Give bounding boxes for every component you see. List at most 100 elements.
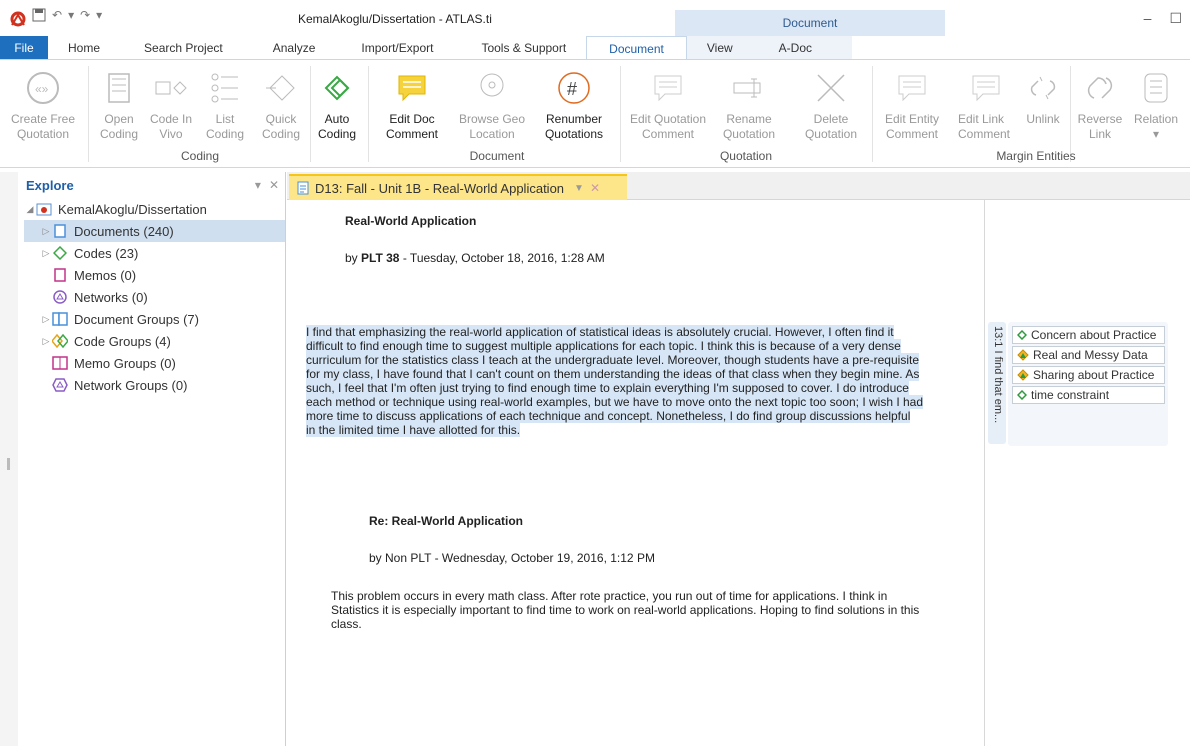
tab-search-project[interactable]: Search Project bbox=[120, 36, 255, 60]
tree-item-networks[interactable]: Networks (0) bbox=[24, 286, 285, 308]
tab-document-d13[interactable]: D13: Fall - Unit 1B - Real-World Applica… bbox=[289, 174, 627, 200]
document-view[interactable]: Real-World Application by PLT 38 - Tuesd… bbox=[287, 200, 985, 746]
customize-qat-icon[interactable]: ▾ bbox=[96, 8, 102, 25]
code-diamond-icon bbox=[1017, 330, 1027, 340]
code-tag-concern-about-practice[interactable]: Concern about Practice bbox=[1012, 326, 1165, 344]
edit-doc-comment-button[interactable]: Edit Doc Comment bbox=[384, 68, 440, 142]
undo-icon[interactable]: ↶ bbox=[52, 8, 62, 25]
renumber-quotations-button[interactable]: # Renumber Quotations bbox=[536, 68, 612, 142]
tab-home[interactable]: Home bbox=[48, 36, 120, 60]
map-pin-icon bbox=[454, 68, 530, 108]
edit-entity-comment-button[interactable]: Edit Entity Comment bbox=[876, 68, 948, 142]
collapsed-arrow-icon[interactable]: ▷ bbox=[40, 226, 52, 237]
quick-coding-icon bbox=[254, 68, 308, 108]
reverse-link-icon bbox=[1072, 68, 1128, 108]
link-comment-icon bbox=[958, 68, 1014, 108]
save-icon[interactable] bbox=[32, 8, 46, 25]
code-diamond-icon bbox=[1017, 390, 1027, 400]
group-margin-entities: Margin Entities bbox=[996, 149, 1076, 163]
tree-item-network-groups[interactable]: Network Groups (0) bbox=[24, 374, 285, 396]
context-tab-header: Document bbox=[675, 10, 945, 36]
tree-item-documents[interactable]: ▷ Documents (240) bbox=[24, 220, 285, 242]
rename-icon bbox=[716, 68, 782, 108]
open-coding-button[interactable]: Open Coding bbox=[92, 68, 146, 142]
project-tree: ◢ KemalAkoglu/Dissertation ▷ Documents (… bbox=[18, 198, 285, 396]
delete-quotation-button[interactable]: Delete Quotation bbox=[796, 68, 866, 142]
quote-bubble-icon: «» bbox=[0, 68, 86, 108]
code-in-vivo-icon bbox=[146, 68, 196, 108]
window-title: KemalAkoglu/Dissertation - ATLAS.ti bbox=[298, 12, 492, 26]
tree-item-code-groups[interactable]: ▷ Code Groups (4) bbox=[24, 330, 285, 352]
tree-item-memos[interactable]: Memos (0) bbox=[24, 264, 285, 286]
code-in-vivo-button[interactable]: Code In Vivo bbox=[146, 68, 196, 142]
post2-byline: by Non PLT - Wednesday, October 19, 2016… bbox=[369, 551, 655, 565]
document-icon bbox=[52, 224, 68, 238]
tab-view[interactable]: View bbox=[686, 36, 761, 60]
tab-tools-support[interactable]: Tools & Support bbox=[477, 36, 586, 60]
tab-import-export[interactable]: Import/Export bbox=[351, 36, 477, 60]
tree-item-memo-groups[interactable]: Memo Groups (0) bbox=[24, 352, 285, 374]
svg-text:#: # bbox=[567, 79, 577, 99]
create-free-quotation-button[interactable]: «» Create Free Quotation bbox=[0, 68, 86, 142]
list-coding-button[interactable]: List Coding bbox=[198, 68, 252, 142]
tab-document[interactable]: Document bbox=[586, 36, 687, 60]
network-group-icon bbox=[52, 378, 68, 392]
expanded-arrow-icon[interactable]: ◢ bbox=[24, 204, 36, 215]
ribbon-tabs: File Home Search Project Analyze Import/… bbox=[0, 36, 1190, 60]
quick-coding-button[interactable]: Quick Coding bbox=[254, 68, 308, 142]
comment-icon bbox=[384, 68, 440, 108]
code-tag-real-and-messy-data[interactable]: Real and Messy Data bbox=[1012, 346, 1165, 364]
tab-close-icon[interactable]: ✕ bbox=[590, 181, 600, 195]
code-tag-sharing-about-practice[interactable]: Sharing about Practice bbox=[1012, 366, 1165, 384]
memo-icon bbox=[52, 268, 68, 282]
quotation-text[interactable]: I find that emphasizing the real-world a… bbox=[306, 325, 924, 437]
tab-a-doc[interactable]: A-Doc bbox=[760, 36, 853, 60]
collapsed-arrow-icon[interactable]: ▷ bbox=[40, 314, 52, 325]
code-group-icon bbox=[52, 334, 68, 348]
tab-file[interactable]: File bbox=[0, 36, 48, 60]
margin-area: 13:1 I find that em... Concern about Pra… bbox=[986, 200, 1190, 746]
pane-close-icon[interactable]: ✕ bbox=[269, 178, 279, 192]
group-coding: Coding bbox=[180, 149, 220, 163]
maximize-button[interactable]: ☐ bbox=[1169, 10, 1182, 27]
browse-geo-location-button[interactable]: Browse Geo Location bbox=[454, 68, 530, 142]
quotation-bar[interactable]: 13:1 I find that em... bbox=[988, 322, 1006, 444]
project-icon bbox=[36, 202, 52, 216]
redo-icon[interactable]: ↷ bbox=[80, 8, 90, 25]
code-tags: Concern about Practice Real and Messy Da… bbox=[1008, 322, 1168, 446]
relation-button[interactable]: Relation ▾ bbox=[1128, 68, 1184, 142]
unlink-button[interactable]: Unlink bbox=[1018, 68, 1068, 127]
code-diamond-yellow-icon bbox=[1017, 349, 1029, 361]
reverse-link-button[interactable]: Reverse Link bbox=[1072, 68, 1128, 142]
open-coding-icon bbox=[92, 68, 146, 108]
tree-item-codes[interactable]: ▷ Codes (23) bbox=[24, 242, 285, 264]
memo-group-icon bbox=[52, 356, 68, 370]
code-diamond-yellow-icon bbox=[1017, 369, 1029, 381]
post2-body: This problem occurs in every math class.… bbox=[331, 589, 920, 631]
group-quotation: Quotation bbox=[719, 149, 773, 163]
tree-item-document-groups[interactable]: ▷ Document Groups (7) bbox=[24, 308, 285, 330]
left-splitter[interactable] bbox=[0, 172, 18, 746]
unlink-icon bbox=[1018, 68, 1068, 108]
rename-quotation-button[interactable]: Rename Quotation bbox=[716, 68, 782, 142]
collapsed-arrow-icon[interactable]: ▷ bbox=[40, 336, 52, 347]
quotation-comment-icon bbox=[622, 68, 714, 108]
edit-quotation-comment-button[interactable]: Edit Quotation Comment bbox=[622, 68, 714, 142]
undo-dropdown-icon[interactable]: ▾ bbox=[68, 8, 74, 25]
tab-dropdown-icon[interactable]: ▼ bbox=[574, 183, 584, 194]
pane-dropdown-icon[interactable]: ▾ bbox=[255, 178, 261, 192]
title-bar: ↶ ▾ ↷ ▾ KemalAkoglu/Dissertation - ATLAS… bbox=[0, 0, 1190, 36]
tree-root[interactable]: ◢ KemalAkoglu/Dissertation bbox=[24, 198, 285, 220]
edit-link-comment-button[interactable]: Edit Link Comment bbox=[952, 68, 1014, 142]
delete-x-icon bbox=[796, 68, 866, 108]
auto-coding-button[interactable]: Auto Coding bbox=[312, 68, 362, 142]
tab-analyze[interactable]: Analyze bbox=[255, 36, 352, 60]
network-icon bbox=[52, 290, 68, 304]
explore-pane: Explore ▾ ✕ ◢ KemalAkoglu/Dissertation ▷… bbox=[18, 172, 286, 746]
minimize-button[interactable]: – bbox=[1144, 10, 1152, 27]
collapsed-arrow-icon[interactable]: ▷ bbox=[40, 248, 52, 259]
text-document-icon bbox=[297, 181, 309, 195]
code-tag-time-constraint[interactable]: time constraint bbox=[1012, 386, 1165, 404]
entity-comment-icon bbox=[876, 68, 948, 108]
atlas-logo-icon[interactable] bbox=[10, 11, 26, 27]
